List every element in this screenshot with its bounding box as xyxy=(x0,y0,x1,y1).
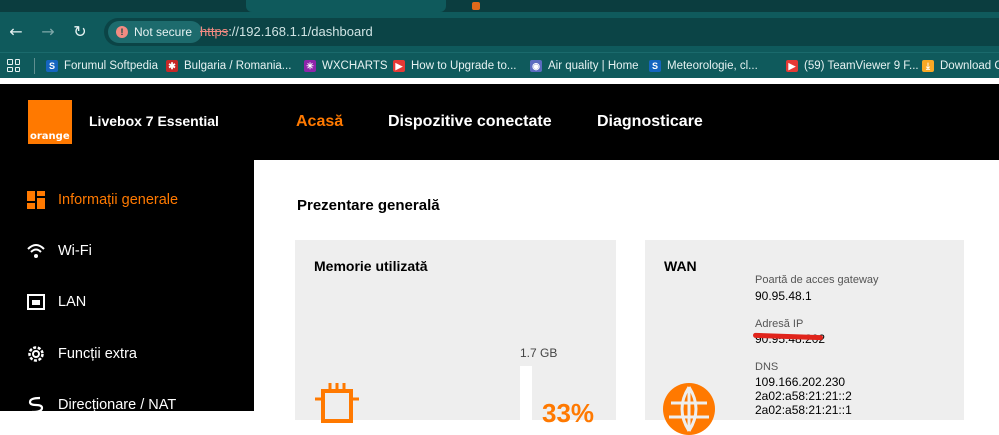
bookmark-item[interactable]: S Forumul Softpedia xyxy=(46,58,158,74)
globe-icon: ◉ xyxy=(530,60,542,72)
address-bar[interactable]: ! Not secure https://192.168.1.1/dashboa… xyxy=(104,18,999,46)
reload-icon[interactable]: ↻ xyxy=(70,22,90,42)
bookmark-item[interactable]: S Meteorologie, cl... xyxy=(649,58,758,74)
sidebar-item-label: Funcții extra xyxy=(58,346,137,362)
bookmark-label: WXCHARTS xyxy=(322,60,388,72)
bookmark-label: Meteorologie, cl... xyxy=(667,60,758,72)
bookmark-item[interactable]: ✳ WXCHARTS xyxy=(304,58,388,74)
bookmark-item[interactable]: ⤓ Download C xyxy=(922,58,999,74)
sidebar-item-lan[interactable]: LAN xyxy=(26,292,86,312)
dns-value-2: 2a02:a58:21:21::2 xyxy=(755,389,852,403)
browser-tab-favicon[interactable] xyxy=(472,2,480,10)
wifi-icon xyxy=(27,244,45,258)
sidebar-item-label: Wi-Fi xyxy=(58,243,92,259)
flag-icon: ✱ xyxy=(166,60,178,72)
bookmark-item[interactable]: ▶ (59) TeamViewer 9 F... xyxy=(786,58,919,74)
memory-percent: 33% xyxy=(542,398,595,428)
back-icon[interactable]: ← xyxy=(6,22,26,42)
bookmark-item[interactable]: ✱ Bulgaria / Romania... xyxy=(166,58,291,74)
bookmark-label: Bulgaria / Romania... xyxy=(184,60,292,72)
browser-toolbar: ← → ↻ ! Not secure https://192.168.1.1/d… xyxy=(0,12,999,52)
gear-icon xyxy=(28,346,44,362)
softpedia-icon: S xyxy=(649,60,661,72)
bookmark-label: Forumul Softpedia xyxy=(64,60,158,72)
wan-card-title: WAN xyxy=(664,258,697,274)
bookmark-item[interactable]: ▶ How to Upgrade to... xyxy=(393,58,516,74)
star-icon: ✳ xyxy=(304,60,316,72)
youtube-icon: ▶ xyxy=(786,60,798,72)
main-content: Prezentare generală Memorie utilizată 1.… xyxy=(254,160,999,435)
globe-icon xyxy=(663,383,715,435)
bookmark-item[interactable]: ◉ Air quality | Home xyxy=(530,58,639,74)
sidebar-item-label: Informații generale xyxy=(58,192,179,208)
nav-connected-devices[interactable]: Dispozitive conectate xyxy=(388,113,552,131)
routing-icon xyxy=(28,396,44,414)
page-title: Prezentare generală xyxy=(297,197,440,214)
memory-card: Memorie utilizată 1.7 GB 33% xyxy=(295,240,616,428)
gateway-value: 90.95.48.1 xyxy=(755,289,812,303)
memory-scale-label: 1.7 GB xyxy=(520,346,558,360)
wan-card: WAN Poartă de acces gateway 90.95.48.1 A… xyxy=(645,240,964,435)
app-header: orange Livebox 7 Essential Acasă Dispozi… xyxy=(0,84,999,160)
lan-icon xyxy=(27,294,45,310)
sidebar-item-label: LAN xyxy=(58,294,87,310)
sidebar-item-routing[interactable]: Direcționare / NAT xyxy=(26,395,176,415)
sidebar: Informații generale Wi-Fi LAN Funcții ex… xyxy=(0,160,254,414)
memory-chip-icon xyxy=(315,383,359,423)
tab-strip xyxy=(0,0,999,12)
security-label: Not secure xyxy=(134,25,193,39)
apps-icon[interactable] xyxy=(7,59,20,72)
bookmark-label: Download C xyxy=(940,60,999,72)
dns-value-1: 109.166.202.230 xyxy=(755,375,846,389)
ip-label: Adresă IP xyxy=(755,318,804,330)
bookmarks-divider xyxy=(34,58,35,74)
bookmark-label: Air quality | Home xyxy=(548,60,639,72)
warning-icon: ! xyxy=(116,26,128,38)
youtube-icon: ▶ xyxy=(393,60,405,72)
nav-diagnostics[interactable]: Diagnosticare xyxy=(597,113,703,131)
browser-tab-active[interactable] xyxy=(246,0,446,12)
nav-home[interactable]: Acasă xyxy=(296,113,343,131)
sidebar-item-wifi[interactable]: Wi-Fi xyxy=(26,241,92,261)
orange-logo[interactable]: orange xyxy=(28,100,72,144)
bookmark-label: (59) TeamViewer 9 F... xyxy=(804,60,919,72)
url-scheme: https xyxy=(200,24,229,39)
gateway-label: Poartă de acces gateway xyxy=(755,274,879,286)
dns-value-3: 2a02:a58:21:21::1 xyxy=(755,403,852,417)
sidebar-item-general-info[interactable]: Informații generale xyxy=(26,190,178,210)
forward-icon[interactable]: → xyxy=(38,22,58,42)
bookmark-label: How to Upgrade to... xyxy=(411,60,517,72)
bookmarks-bar: S Forumul Softpedia ✱ Bulgaria / Romania...… xyxy=(0,52,999,78)
memory-usage-bar xyxy=(520,366,532,426)
download-icon: ⤓ xyxy=(922,60,934,72)
dashboard-icon xyxy=(27,191,45,209)
sidebar-item-extra[interactable]: Funcții extra xyxy=(26,344,137,364)
url-rest: ://192.168.1.1/dashboard xyxy=(228,24,373,39)
product-name: Livebox 7 Essential xyxy=(89,113,219,129)
url-text[interactable]: https://192.168.1.1/dashboard xyxy=(200,24,373,39)
logo-text: orange xyxy=(30,131,70,142)
memory-card-title: Memorie utilizată xyxy=(314,258,428,274)
softpedia-icon: S xyxy=(46,60,58,72)
dns-label: DNS xyxy=(755,361,779,373)
security-chip[interactable]: ! Not secure xyxy=(108,21,203,43)
